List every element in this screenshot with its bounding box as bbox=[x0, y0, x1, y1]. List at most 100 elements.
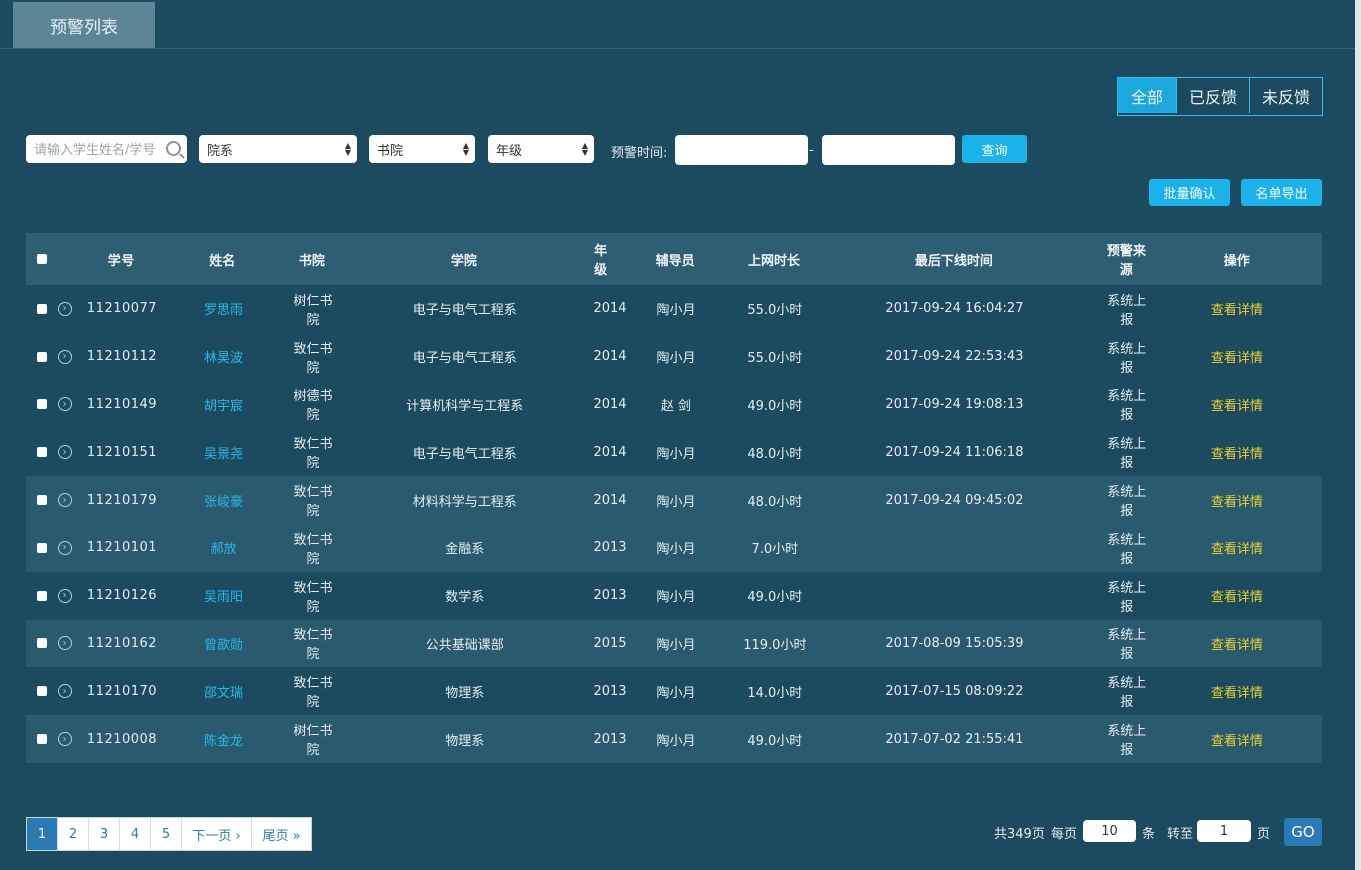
time-start-input[interactable] bbox=[675, 135, 808, 165]
page-3-button[interactable]: 3 bbox=[89, 818, 120, 850]
filter-all-button[interactable]: 全部 bbox=[1118, 78, 1176, 113]
cell-student-id: 11210077 bbox=[86, 301, 158, 317]
search-input[interactable] bbox=[32, 136, 161, 164]
view-details-link[interactable]: 查看详情 bbox=[1152, 682, 1322, 701]
view-details-link[interactable]: 查看详情 bbox=[1152, 491, 1322, 510]
cell-last-offline: 2017-08-09 15:05:39 bbox=[885, 635, 1024, 651]
header-student-id[interactable]: 学号 bbox=[87, 250, 156, 269]
expand-icon[interactable]: › bbox=[57, 588, 72, 603]
cell-online-hours: 55.0小时 bbox=[747, 303, 803, 319]
cell-last-offline: 2017-07-15 08:09:22 bbox=[885, 683, 1024, 699]
header-source[interactable]: 预警来源 bbox=[1101, 240, 1151, 278]
view-details-link[interactable]: 查看详情 bbox=[1152, 443, 1322, 462]
row-checkbox[interactable] bbox=[37, 303, 47, 314]
view-details-link[interactable]: 查看详情 bbox=[1152, 538, 1322, 557]
cell-student-name-link[interactable]: 林昊波 bbox=[157, 347, 290, 366]
export-list-button[interactable]: 名单导出 bbox=[1241, 179, 1322, 206]
cell-student-name-link[interactable]: 邵文瑞 bbox=[157, 682, 290, 701]
last-page-button[interactable]: 尾页 » bbox=[252, 818, 311, 850]
time-end-input[interactable] bbox=[822, 135, 955, 165]
view-details-link[interactable]: 查看详情 bbox=[1152, 586, 1322, 605]
header-grade[interactable]: 年级 bbox=[593, 240, 609, 278]
cell-student-name-link[interactable]: 张峻豪 bbox=[157, 491, 290, 510]
cell-college: 致仁书院 bbox=[293, 437, 333, 472]
per-page-label: 每页 bbox=[1051, 827, 1078, 842]
cell-college: 致仁书院 bbox=[293, 485, 333, 520]
page-1-button[interactable]: 1 bbox=[27, 818, 58, 850]
cell-college: 致仁书院 bbox=[293, 580, 333, 615]
header-hours[interactable]: 上网时长 bbox=[742, 250, 807, 269]
cell-source: 系统上报 bbox=[1107, 580, 1147, 615]
table-header: 学号 姓名 书院 学院 年级 辅导员 上网时长 最后下线时间 预警来源 操作 bbox=[26, 233, 1322, 285]
pagination: 1 2 3 4 5 下一页 › 尾页 » bbox=[26, 817, 312, 851]
dept-select[interactable]: 院系 ▲ ▼ bbox=[199, 135, 357, 163]
view-details-link[interactable]: 查看详情 bbox=[1152, 395, 1322, 414]
cell-tutor: 陶小月 bbox=[656, 351, 696, 367]
expand-icon[interactable]: › bbox=[57, 540, 72, 555]
filter-no-feedback-button[interactable]: 未反馈 bbox=[1249, 78, 1322, 113]
expand-icon[interactable]: › bbox=[57, 684, 72, 699]
grade-select[interactable]: 年级 ▲ ▼ bbox=[488, 135, 594, 163]
row-checkbox[interactable] bbox=[37, 399, 47, 410]
cell-last-offline: 2017-09-24 11:06:18 bbox=[885, 444, 1024, 460]
query-button[interactable]: 查询 bbox=[962, 135, 1027, 163]
expand-icon[interactable]: › bbox=[57, 636, 72, 651]
row-checkbox[interactable] bbox=[37, 447, 47, 458]
go-button[interactable]: GO bbox=[1284, 818, 1322, 846]
header-college[interactable]: 书院 bbox=[289, 250, 335, 269]
table-row: › 11210149 胡宇宸 树德书院 计算机科学与工程系 2014 赵 剑 49.0小时 20… bbox=[26, 381, 1322, 429]
filter-feedback-button[interactable]: 已反馈 bbox=[1176, 78, 1249, 113]
view-details-link[interactable]: 查看详情 bbox=[1152, 299, 1322, 318]
cell-online-hours: 7.0小时 bbox=[751, 542, 799, 558]
cell-student-name-link[interactable]: 胡宇宸 bbox=[157, 395, 290, 414]
cell-dept: 物理系 bbox=[445, 733, 485, 749]
header-last-offline[interactable]: 最后下线时间 bbox=[806, 250, 1101, 269]
table-row: › 11210077 罗思雨 树仁书院 电子与电气工程系 2014 陶小月 55.0小时 201… bbox=[26, 285, 1322, 333]
header-tutor[interactable]: 辅导员 bbox=[608, 250, 741, 269]
row-checkbox[interactable] bbox=[37, 734, 47, 745]
cell-dept: 电子与电气工程系 bbox=[412, 303, 517, 319]
table-row: › 11210112 林昊波 致仁书院 电子与电气工程系 2014 陶小月 55.0小时 201… bbox=[26, 333, 1322, 381]
row-checkbox[interactable] bbox=[37, 686, 47, 697]
cell-student-name-link[interactable]: 曾歆勋 bbox=[157, 634, 290, 653]
next-page-button[interactable]: 下一页 › bbox=[182, 818, 252, 850]
expand-icon[interactable]: › bbox=[57, 397, 72, 412]
row-checkbox[interactable] bbox=[37, 495, 47, 506]
expand-icon[interactable]: › bbox=[57, 349, 72, 364]
tab-warning-list[interactable]: 预警列表 bbox=[13, 2, 155, 48]
expand-icon[interactable]: › bbox=[57, 493, 72, 508]
college-select[interactable]: 书院 ▲ ▼ bbox=[369, 135, 475, 163]
expand-icon[interactable]: › bbox=[57, 732, 72, 747]
row-checkbox[interactable] bbox=[37, 542, 47, 553]
cell-online-hours: 49.0小时 bbox=[747, 590, 803, 606]
cell-student-id: 11210162 bbox=[86, 635, 158, 651]
batch-confirm-button[interactable]: 批量确认 bbox=[1149, 179, 1230, 206]
header-dept[interactable]: 学院 bbox=[335, 250, 593, 269]
page-4-button[interactable]: 4 bbox=[120, 818, 151, 850]
cell-student-name-link[interactable]: 陈金龙 bbox=[157, 730, 290, 749]
view-details-link[interactable]: 查看详情 bbox=[1152, 347, 1322, 366]
row-checkbox[interactable] bbox=[37, 590, 47, 601]
cell-online-hours: 48.0小时 bbox=[747, 446, 803, 462]
cell-student-name-link[interactable]: 吴景尧 bbox=[157, 443, 290, 462]
page-5-button[interactable]: 5 bbox=[151, 818, 182, 850]
cell-student-name-link[interactable]: 吴雨阳 bbox=[157, 586, 290, 605]
view-details-link[interactable]: 查看详情 bbox=[1152, 634, 1322, 653]
cell-student-id: 11210149 bbox=[86, 396, 158, 412]
row-checkbox[interactable] bbox=[37, 638, 47, 649]
row-checkbox[interactable] bbox=[37, 351, 47, 362]
per-page-input[interactable]: 10 bbox=[1083, 820, 1136, 842]
select-all-checkbox[interactable] bbox=[37, 254, 47, 264]
grade-select-value: 年级 bbox=[496, 144, 523, 159]
search-icon[interactable] bbox=[166, 141, 181, 156]
cell-student-name-link[interactable]: 郝放 bbox=[157, 538, 290, 557]
cell-last-offline: 2017-09-24 09:45:02 bbox=[885, 492, 1024, 508]
cell-student-id: 11210179 bbox=[86, 492, 158, 508]
goto-page-input[interactable]: 1 bbox=[1197, 820, 1251, 842]
cell-student-name-link[interactable]: 罗思雨 bbox=[157, 299, 290, 318]
page-2-button[interactable]: 2 bbox=[58, 818, 89, 850]
view-details-link[interactable]: 查看详情 bbox=[1152, 730, 1322, 749]
expand-icon[interactable]: › bbox=[57, 301, 72, 316]
expand-icon[interactable]: › bbox=[57, 445, 72, 460]
header-name[interactable]: 姓名 bbox=[156, 250, 289, 269]
